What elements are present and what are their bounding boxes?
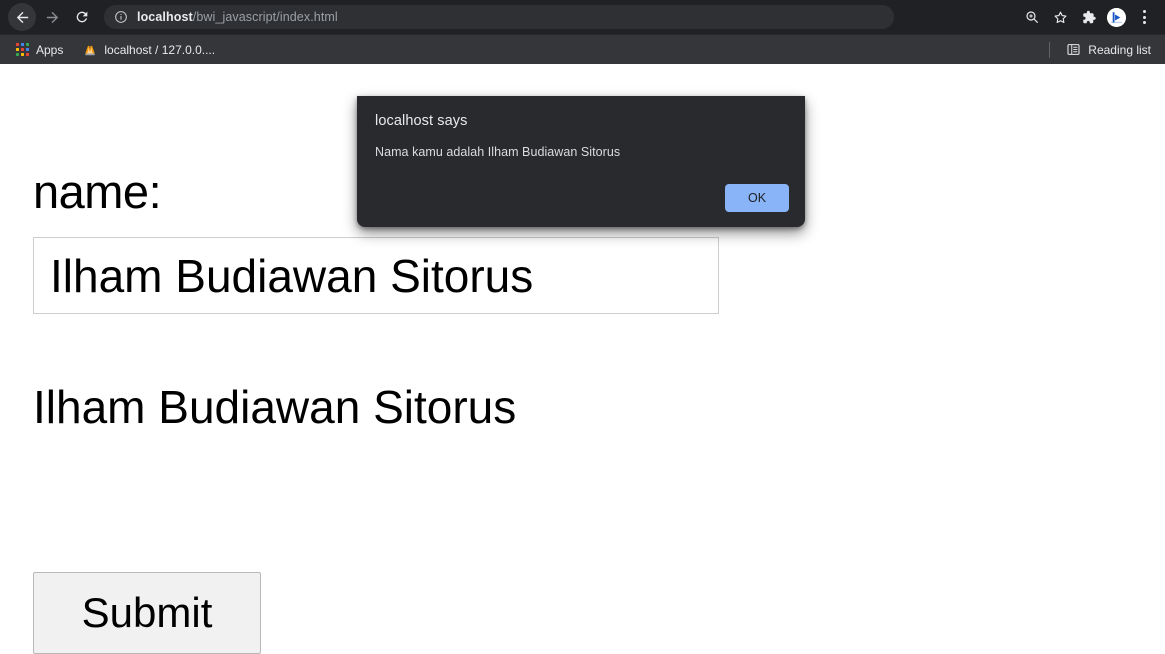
- dialog-ok-button[interactable]: OK: [725, 184, 789, 212]
- reading-list-icon: [1066, 42, 1081, 57]
- arrow-right-icon: [44, 9, 61, 26]
- javascript-alert-dialog: localhost says Nama kamu adalah Ilham Bu…: [357, 96, 805, 227]
- toolbar-right-actions: [1019, 4, 1157, 30]
- apps-grid-icon: [16, 43, 29, 56]
- bookmark-apps[interactable]: Apps: [10, 39, 69, 61]
- dialog-actions: OK: [725, 184, 789, 212]
- reading-list-button[interactable]: Reading list: [1062, 39, 1155, 61]
- bookmarks-divider: [1049, 41, 1051, 58]
- browser-window: localhost/bwi_javascript/index.html Apps…: [0, 0, 1165, 654]
- result-heading: Ilham Budiawan Sitorus: [33, 381, 517, 433]
- forward-button[interactable]: [38, 3, 66, 31]
- url-path: /bwi_javascript/index.html: [192, 10, 338, 24]
- bookmark-localhost[interactable]: localhost / 127.0.0....: [77, 39, 221, 61]
- address-bar[interactable]: localhost/bwi_javascript/index.html: [104, 5, 894, 29]
- reload-button[interactable]: [68, 3, 96, 31]
- reload-icon: [74, 9, 90, 25]
- phpmyadmin-icon: [83, 43, 97, 57]
- browser-toolbar: localhost/bwi_javascript/index.html: [0, 0, 1165, 34]
- three-dot-menu-icon[interactable]: [1131, 4, 1157, 30]
- bookmarks-bar: Apps localhost / 127.0.0.... Reading lis…: [0, 34, 1165, 64]
- bookmark-apps-label: Apps: [36, 42, 64, 57]
- address-bar-url: localhost/bwi_javascript/index.html: [137, 10, 338, 24]
- dialog-title: localhost says: [375, 113, 468, 129]
- bookmark-localhost-label: localhost / 127.0.0....: [104, 42, 216, 57]
- star-icon[interactable]: [1047, 4, 1073, 30]
- name-label: name:: [33, 165, 162, 218]
- url-host: localhost: [137, 10, 193, 24]
- avatar: [1106, 7, 1126, 27]
- dialog-message: Nama kamu adalah Ilham Budiawan Sitorus: [375, 145, 621, 159]
- bookmarks-right: Reading list: [1049, 39, 1155, 61]
- puzzle-piece-icon[interactable]: [1075, 4, 1101, 30]
- info-circle-icon[interactable]: [114, 10, 128, 24]
- menu-dots: [1142, 10, 1146, 24]
- page-content: name: Ilham Budiawan Sitorus Submit loca…: [0, 64, 1165, 654]
- profile-avatar-icon[interactable]: [1103, 4, 1129, 30]
- name-input[interactable]: [33, 237, 719, 314]
- reading-list-label: Reading list: [1088, 42, 1151, 57]
- zoom-search-icon[interactable]: [1019, 4, 1045, 30]
- submit-button[interactable]: Submit: [33, 572, 261, 654]
- arrow-left-icon: [14, 9, 31, 26]
- back-button[interactable]: [8, 3, 36, 31]
